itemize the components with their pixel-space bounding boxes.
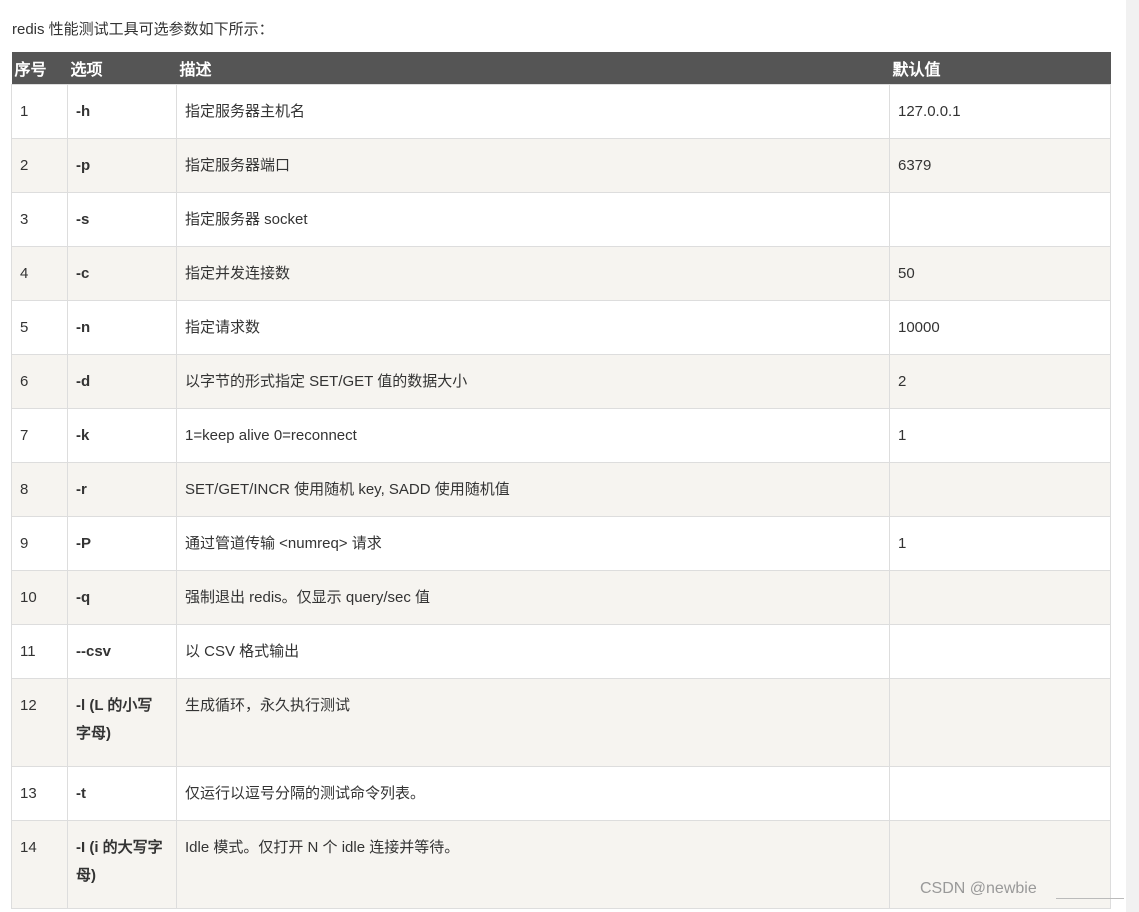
table-row: 1 -h 指定服务器主机名 127.0.0.1 bbox=[11, 84, 1111, 139]
table-row: 7 -k 1=keep alive 0=reconnect 1 bbox=[11, 408, 1111, 463]
cell-description: 指定服务器端口 bbox=[176, 138, 890, 193]
cell-no: 6 bbox=[11, 354, 68, 409]
cell-no: 8 bbox=[11, 462, 68, 517]
cell-option: -r bbox=[67, 462, 177, 517]
cell-no: 13 bbox=[11, 766, 68, 821]
cell-option: -k bbox=[67, 408, 177, 463]
cell-description: 以字节的形式指定 SET/GET 值的数据大小 bbox=[176, 354, 890, 409]
table-row: 11 --csv 以 CSV 格式输出 bbox=[11, 624, 1111, 679]
table-row: 13 -t 仅运行以逗号分隔的测试命令列表。 bbox=[11, 766, 1111, 821]
csdn-watermark: CSDN @newbie bbox=[920, 880, 1037, 897]
table-header-row: 序号 选项 描述 默认值 bbox=[11, 52, 1111, 85]
cell-no: 3 bbox=[11, 192, 68, 247]
right-scroll-gutter bbox=[1126, 0, 1139, 912]
cell-no: 4 bbox=[11, 246, 68, 301]
cell-description: 指定服务器 socket bbox=[176, 192, 890, 247]
header-no: 序号 bbox=[11, 52, 68, 85]
cell-default bbox=[889, 570, 1111, 625]
cell-option: -h bbox=[67, 84, 177, 139]
cell-option: -s bbox=[67, 192, 177, 247]
cell-description: 通过管道传输 <numreq> 请求 bbox=[176, 516, 890, 571]
table-row: 9 -P 通过管道传输 <numreq> 请求 1 bbox=[11, 516, 1111, 571]
cell-description: 指定并发连接数 bbox=[176, 246, 890, 301]
options-table: 序号 选项 描述 默认值 1 -h 指定服务器主机名 127.0.0.1 2 -… bbox=[11, 52, 1111, 909]
cell-description: 1=keep alive 0=reconnect bbox=[176, 408, 890, 463]
table-row: 4 -c 指定并发连接数 50 bbox=[11, 246, 1111, 301]
cell-no: 5 bbox=[11, 300, 68, 355]
cell-description: 以 CSV 格式输出 bbox=[176, 624, 890, 679]
table-row: 12 -l (L 的小写字母) 生成循环，永久执行测试 bbox=[11, 678, 1111, 767]
header-option: 选项 bbox=[67, 52, 177, 85]
table-row: 10 -q 强制退出 redis。仅显示 query/sec 值 bbox=[11, 570, 1111, 625]
cell-option: --csv bbox=[67, 624, 177, 679]
cell-description: 仅运行以逗号分隔的测试命令列表。 bbox=[176, 766, 890, 821]
cell-default bbox=[889, 766, 1111, 821]
cell-option: -q bbox=[67, 570, 177, 625]
cell-default: 1 bbox=[889, 408, 1111, 463]
cell-default: 127.0.0.1 bbox=[889, 84, 1111, 139]
cell-no: 10 bbox=[11, 570, 68, 625]
intro-text: redis 性能测试工具可选参数如下所示： bbox=[12, 21, 274, 38]
cell-description: 指定服务器主机名 bbox=[176, 84, 890, 139]
cell-default bbox=[889, 678, 1111, 767]
cell-option: -l (L 的小写字母) bbox=[67, 678, 177, 767]
cell-option: -n bbox=[67, 300, 177, 355]
cell-default: 6379 bbox=[889, 138, 1111, 193]
table-row: 3 -s 指定服务器 socket bbox=[11, 192, 1111, 247]
table-row: 8 -r SET/GET/INCR 使用随机 key, SADD 使用随机值 bbox=[11, 462, 1111, 517]
cell-default bbox=[889, 624, 1111, 679]
cell-default bbox=[889, 192, 1111, 247]
cell-no: 1 bbox=[11, 84, 68, 139]
cell-option: -c bbox=[67, 246, 177, 301]
cell-description: 生成循环，永久执行测试 bbox=[176, 678, 890, 767]
watermark-underline bbox=[1056, 898, 1124, 899]
header-description: 描述 bbox=[176, 52, 890, 85]
table-row: 5 -n 指定请求数 10000 bbox=[11, 300, 1111, 355]
cell-default bbox=[889, 462, 1111, 517]
cell-no: 11 bbox=[11, 624, 68, 679]
cell-default: 2 bbox=[889, 354, 1111, 409]
cell-option: -P bbox=[67, 516, 177, 571]
cell-default: 10000 bbox=[889, 300, 1111, 355]
cell-description: SET/GET/INCR 使用随机 key, SADD 使用随机值 bbox=[176, 462, 890, 517]
cell-no: 7 bbox=[11, 408, 68, 463]
cell-description: 指定请求数 bbox=[176, 300, 890, 355]
cell-option: -t bbox=[67, 766, 177, 821]
cell-description: 强制退出 redis。仅显示 query/sec 值 bbox=[176, 570, 890, 625]
cell-description: Idle 模式。仅打开 N 个 idle 连接并等待。 bbox=[176, 820, 890, 909]
cell-option: -I (i 的大写字母) bbox=[67, 820, 177, 909]
cell-default: 1 bbox=[889, 516, 1111, 571]
cell-no: 9 bbox=[11, 516, 68, 571]
table-row: 6 -d 以字节的形式指定 SET/GET 值的数据大小 2 bbox=[11, 354, 1111, 409]
cell-option: -p bbox=[67, 138, 177, 193]
cell-no: 12 bbox=[11, 678, 68, 767]
cell-default: 50 bbox=[889, 246, 1111, 301]
cell-option: -d bbox=[67, 354, 177, 409]
cell-no: 2 bbox=[11, 138, 68, 193]
cell-no: 14 bbox=[11, 820, 68, 909]
header-default: 默认值 bbox=[889, 52, 1111, 85]
table-row: 2 -p 指定服务器端口 6379 bbox=[11, 138, 1111, 193]
